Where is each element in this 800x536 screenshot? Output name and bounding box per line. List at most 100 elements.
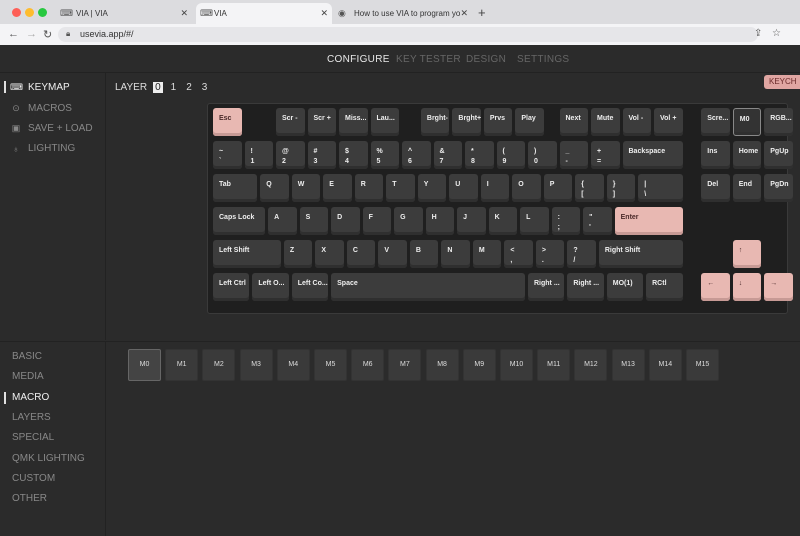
key[interactable]: Del (701, 174, 730, 202)
layer-option-2[interactable]: 2 (184, 82, 194, 93)
browser-tab[interactable]: ◉ How to use VIA to program yo ✕ (338, 3, 472, 24)
key[interactable]: & 7 (433, 141, 462, 169)
layer-option-1[interactable]: 1 (169, 82, 179, 93)
key[interactable]: T (386, 174, 415, 202)
key[interactable]: Right ... (528, 273, 565, 301)
close-tab-icon[interactable]: ✕ (320, 8, 328, 19)
key[interactable]: Brght- (420, 108, 450, 136)
key[interactable]: O (512, 174, 541, 202)
category-media[interactable]: MEDIA (12, 371, 44, 382)
key[interactable]: F (362, 207, 392, 235)
key[interactable]: #3 (307, 141, 336, 169)
key[interactable]: B (409, 240, 439, 268)
key[interactable]: Vol - (622, 108, 651, 136)
share-icon[interactable]: ⇪ (754, 28, 762, 39)
key[interactable]: | \ (638, 174, 683, 202)
macro-key-m3[interactable]: M3 (239, 349, 273, 381)
close-tab-icon[interactable]: ✕ (460, 8, 468, 19)
key[interactable]: L (520, 207, 549, 235)
url-field[interactable]: usevia.app/#/ (58, 27, 758, 42)
key[interactable]: PgUp (764, 141, 793, 169)
key[interactable]: C (346, 240, 376, 268)
macro-key-m7[interactable]: M7 (388, 349, 422, 381)
macro-key-m15[interactable]: M15 (686, 349, 719, 381)
key[interactable]: Next (559, 108, 588, 136)
key[interactable]: X (315, 240, 344, 268)
macro-key-m12[interactable]: M12 (574, 349, 608, 381)
macro-key-m10[interactable]: M10 (500, 349, 533, 381)
key[interactable]: $4 (339, 141, 368, 169)
key[interactable]: Lau... (370, 108, 399, 136)
key[interactable]: A (268, 207, 297, 235)
key[interactable]: Left Shift (213, 240, 281, 268)
key[interactable]: Caps Lock (213, 207, 266, 235)
tab-configure[interactable]: CONFIGURE (327, 54, 390, 65)
key[interactable]: Play (515, 108, 544, 136)
key[interactable]: V (378, 240, 407, 268)
key[interactable]: {[ (575, 174, 604, 202)
category-custom[interactable]: CUSTOM (12, 473, 55, 484)
keychron-chip[interactable]: KEYCH (764, 75, 800, 89)
key[interactable]: PgDn (764, 174, 793, 202)
key[interactable]: Left O... (252, 273, 289, 301)
category-other[interactable]: OTHER (12, 493, 47, 504)
key[interactable]: S (299, 207, 329, 235)
key[interactable]: Brght+ (452, 108, 481, 136)
macro-key-m8[interactable]: M8 (425, 349, 459, 381)
category-basic[interactable]: BASIC (12, 351, 42, 362)
macro-key-m2[interactable]: M2 (202, 349, 236, 381)
sidebar-item-keymap[interactable]: ⌨ KEYMAP (10, 82, 70, 93)
key[interactable]: ↑ (732, 240, 762, 268)
key[interactable]: W (291, 174, 321, 202)
key[interactable]: E (323, 174, 352, 202)
key[interactable]: <, (504, 240, 533, 268)
key[interactable]: @2 (276, 141, 305, 169)
key[interactable]: Left Ctrl (213, 273, 250, 301)
layer-option-3[interactable]: 3 (200, 82, 210, 93)
key[interactable]: ← (701, 273, 730, 301)
category-qmk-lighting[interactable]: QMK LIGHTING (12, 453, 85, 464)
key[interactable]: MO(1) (606, 273, 644, 301)
macro-key-m0[interactable]: M0 (128, 349, 161, 381)
close-tab-icon[interactable]: ✕ (180, 8, 188, 19)
key[interactable]: Mute (591, 108, 620, 136)
key[interactable]: M (472, 240, 502, 268)
key[interactable]: Backspace (622, 141, 683, 169)
key[interactable]: ↓ (732, 273, 762, 301)
layer-option-0[interactable]: 0 (153, 82, 163, 93)
macro-key-m13[interactable]: M13 (611, 349, 645, 381)
key[interactable]: → (764, 273, 793, 301)
key[interactable]: Vol + (654, 108, 683, 136)
key[interactable]: _ - (559, 141, 588, 169)
key[interactable]: ? / (567, 240, 596, 268)
key[interactable]: RGB... (764, 108, 793, 136)
key[interactable]: Ins (701, 141, 730, 169)
sidebar-item-macros[interactable]: ⊙ MACROS (10, 103, 72, 114)
key[interactable]: }] (606, 174, 636, 202)
lock-icon[interactable]: 🔒︎ (66, 29, 70, 39)
sidebar-item-save-load[interactable]: ▣ SAVE + LOAD (10, 123, 93, 134)
macro-key-m14[interactable]: M14 (648, 349, 682, 381)
key[interactable]: ^ 6 (402, 141, 431, 169)
key[interactable]: Scr - (276, 108, 305, 136)
category-macro[interactable]: MACRO (12, 392, 49, 403)
category-special[interactable]: SPECIAL (12, 432, 54, 443)
new-tab-button[interactable]: + (478, 5, 486, 20)
tab-settings[interactable]: SETTINGS (517, 54, 569, 65)
macro-key-m4[interactable]: M4 (276, 349, 310, 381)
back-icon[interactable]: ← (8, 28, 19, 40)
key[interactable]: Miss... (339, 108, 368, 136)
key[interactable]: R (354, 174, 384, 202)
tab-design[interactable]: DESIGN (466, 54, 506, 65)
key[interactable]: Z (283, 240, 313, 268)
forward-icon[interactable]: → (26, 28, 37, 40)
key[interactable]: M0 (732, 108, 762, 136)
category-layers[interactable]: LAYERS (12, 412, 51, 423)
sidebar-item-lighting[interactable]: ♁ LIGHTING (10, 143, 76, 154)
key[interactable]: ) 0 (528, 141, 557, 169)
close-window-icon[interactable] (12, 8, 21, 17)
key[interactable]: Esc (213, 108, 242, 136)
key[interactable]: Right Shift (598, 240, 683, 268)
key[interactable]: J (457, 207, 486, 235)
browser-tab-active[interactable]: ⌨ VIA ✕ (196, 3, 332, 24)
